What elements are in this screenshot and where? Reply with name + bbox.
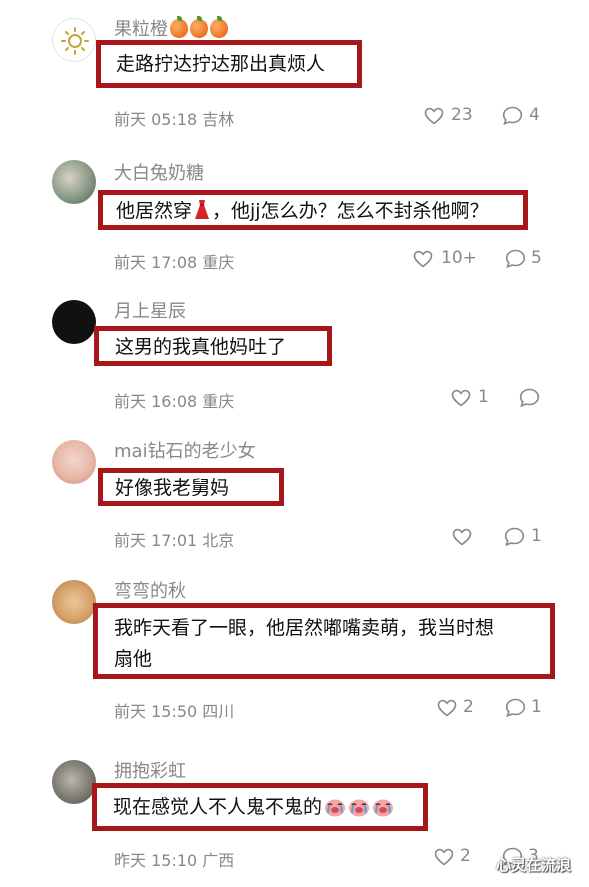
comment-meta: 昨天 15:10 广西 <box>114 847 234 871</box>
comment-highlight-box: 现在感觉人不人鬼不鬼的 <box>92 783 428 831</box>
reply-count: 4 <box>529 105 540 125</box>
comment-text-part: 现在感觉人不人鬼不鬼的 <box>113 796 323 818</box>
heart-outline-icon[interactable] <box>437 699 457 717</box>
username[interactable]: 大白兔奶糖 <box>114 162 204 186</box>
heart-outline-icon[interactable] <box>434 848 454 866</box>
comment-item: 大白兔奶糖 他居然穿 ，他jj怎么办？怎么不封杀他啊？ 前天 17:08 重庆 1… <box>0 160 589 280</box>
comment-text: 现在感觉人不人鬼不鬼的 <box>113 792 394 823</box>
reply-count: 5 <box>531 248 542 268</box>
comment-text-part: ，他jj怎么办？怎么不封杀他啊？ <box>212 200 489 222</box>
comment-highlight-box: 走路拧达拧达那出真烦人 <box>96 40 362 88</box>
comment-meta: 前天 16:08 重庆 <box>114 388 234 412</box>
crying-face-icon <box>373 799 394 817</box>
avatar[interactable] <box>52 580 96 624</box>
like-count: 2 <box>463 697 474 717</box>
avatar[interactable] <box>52 18 96 62</box>
comment-highlight-box: 他居然穿 ，他jj怎么办？怎么不封杀他啊？ <box>98 190 528 230</box>
speech-bubble-icon[interactable] <box>504 527 525 546</box>
comment-meta: 前天 05:18 吉林 <box>114 106 234 130</box>
like-count: 2 <box>460 846 471 866</box>
speech-bubble-icon[interactable] <box>519 388 540 407</box>
avatar[interactable] <box>52 160 96 204</box>
comment-meta: 前天 17:01 北京 <box>114 527 234 551</box>
comment-time: 前天 17:01 <box>114 531 198 550</box>
peach-icon <box>210 16 228 38</box>
comment-time: 前天 17:08 <box>114 253 198 272</box>
comment-text: 扇他 <box>114 648 153 670</box>
comment-text: 这男的我真他妈吐了 <box>115 336 287 358</box>
comment-item: 弯弯的秋 我昨天看了一眼，他居然嘟嘴卖萌，我当时想 扇他 前天 15:50 四川… <box>0 580 589 722</box>
red-dress-icon <box>195 200 210 219</box>
crying-face-icon <box>325 799 346 817</box>
username[interactable]: 月上星辰 <box>114 300 186 324</box>
comment-time: 前天 15:50 <box>114 702 198 721</box>
speech-bubble-icon[interactable] <box>505 698 526 717</box>
watermark: 心灵在流浪 <box>495 856 571 874</box>
peach-icon <box>170 16 188 38</box>
comment-location: 广西 <box>202 851 235 870</box>
speech-bubble-icon[interactable] <box>502 106 523 125</box>
comment-item: 果粒橙 走路拧达拧达那出真烦人 前天 05:18 吉林 23 4 <box>0 16 589 138</box>
like-count: 10+ <box>441 248 477 268</box>
comment-text: 他居然穿 ，他jj怎么办？怎么不封杀他啊？ <box>116 196 489 227</box>
heart-outline-icon[interactable] <box>424 107 444 125</box>
avatar[interactable] <box>52 300 96 344</box>
crying-face-icon <box>349 799 370 817</box>
comment-highlight-box: 这男的我真他妈吐了 <box>94 326 332 366</box>
peach-icon <box>190 16 208 38</box>
username[interactable]: 拥抱彩虹 <box>114 760 186 784</box>
comment-meta: 前天 17:08 重庆 <box>114 249 234 273</box>
like-count: 1 <box>478 387 489 407</box>
avatar[interactable] <box>52 440 96 484</box>
comment-time: 昨天 15:10 <box>114 851 198 870</box>
avatar[interactable] <box>52 760 96 804</box>
comment-item: 月上星辰 这男的我真他妈吐了 前天 16:08 重庆 1 <box>0 300 589 420</box>
heart-outline-icon[interactable] <box>451 389 471 407</box>
username[interactable]: mai钻石的老少女 <box>114 440 256 464</box>
reply-count: 1 <box>531 526 542 546</box>
comment-location: 重庆 <box>202 392 235 411</box>
reply-count: 1 <box>531 697 542 717</box>
comment-time: 前天 05:18 <box>114 110 198 129</box>
username-text: 果粒橙 <box>114 19 168 40</box>
like-count: 23 <box>451 105 473 125</box>
comment-location: 四川 <box>202 702 235 721</box>
comment-highlight-box: 我昨天看了一眼，他居然嘟嘴卖萌，我当时想 扇他 <box>93 603 555 679</box>
sun-icon <box>61 27 89 55</box>
comment-location: 北京 <box>202 531 235 550</box>
comment-meta: 前天 15:50 四川 <box>114 698 234 722</box>
comment-text: 我昨天看了一眼，他居然嘟嘴卖萌，我当时想 <box>114 617 495 639</box>
username[interactable]: 弯弯的秋 <box>114 580 186 604</box>
comment-text-part: 他居然穿 <box>116 200 193 222</box>
heart-outline-icon[interactable] <box>452 528 472 546</box>
comment-location: 重庆 <box>202 253 235 272</box>
comment-text: 走路拧达拧达那出真烦人 <box>116 53 326 75</box>
heart-outline-icon[interactable] <box>413 250 433 268</box>
comment-location: 吉林 <box>202 110 235 129</box>
comment-text: 好像我老舅妈 <box>115 477 230 499</box>
speech-bubble-icon[interactable] <box>505 249 526 268</box>
comment-highlight-box: 好像我老舅妈 <box>98 468 284 506</box>
username[interactable]: 果粒橙 <box>114 16 228 42</box>
comment-item: mai钻石的老少女 好像我老舅妈 前天 17:01 北京 1 <box>0 440 589 560</box>
comment-time: 前天 16:08 <box>114 392 198 411</box>
